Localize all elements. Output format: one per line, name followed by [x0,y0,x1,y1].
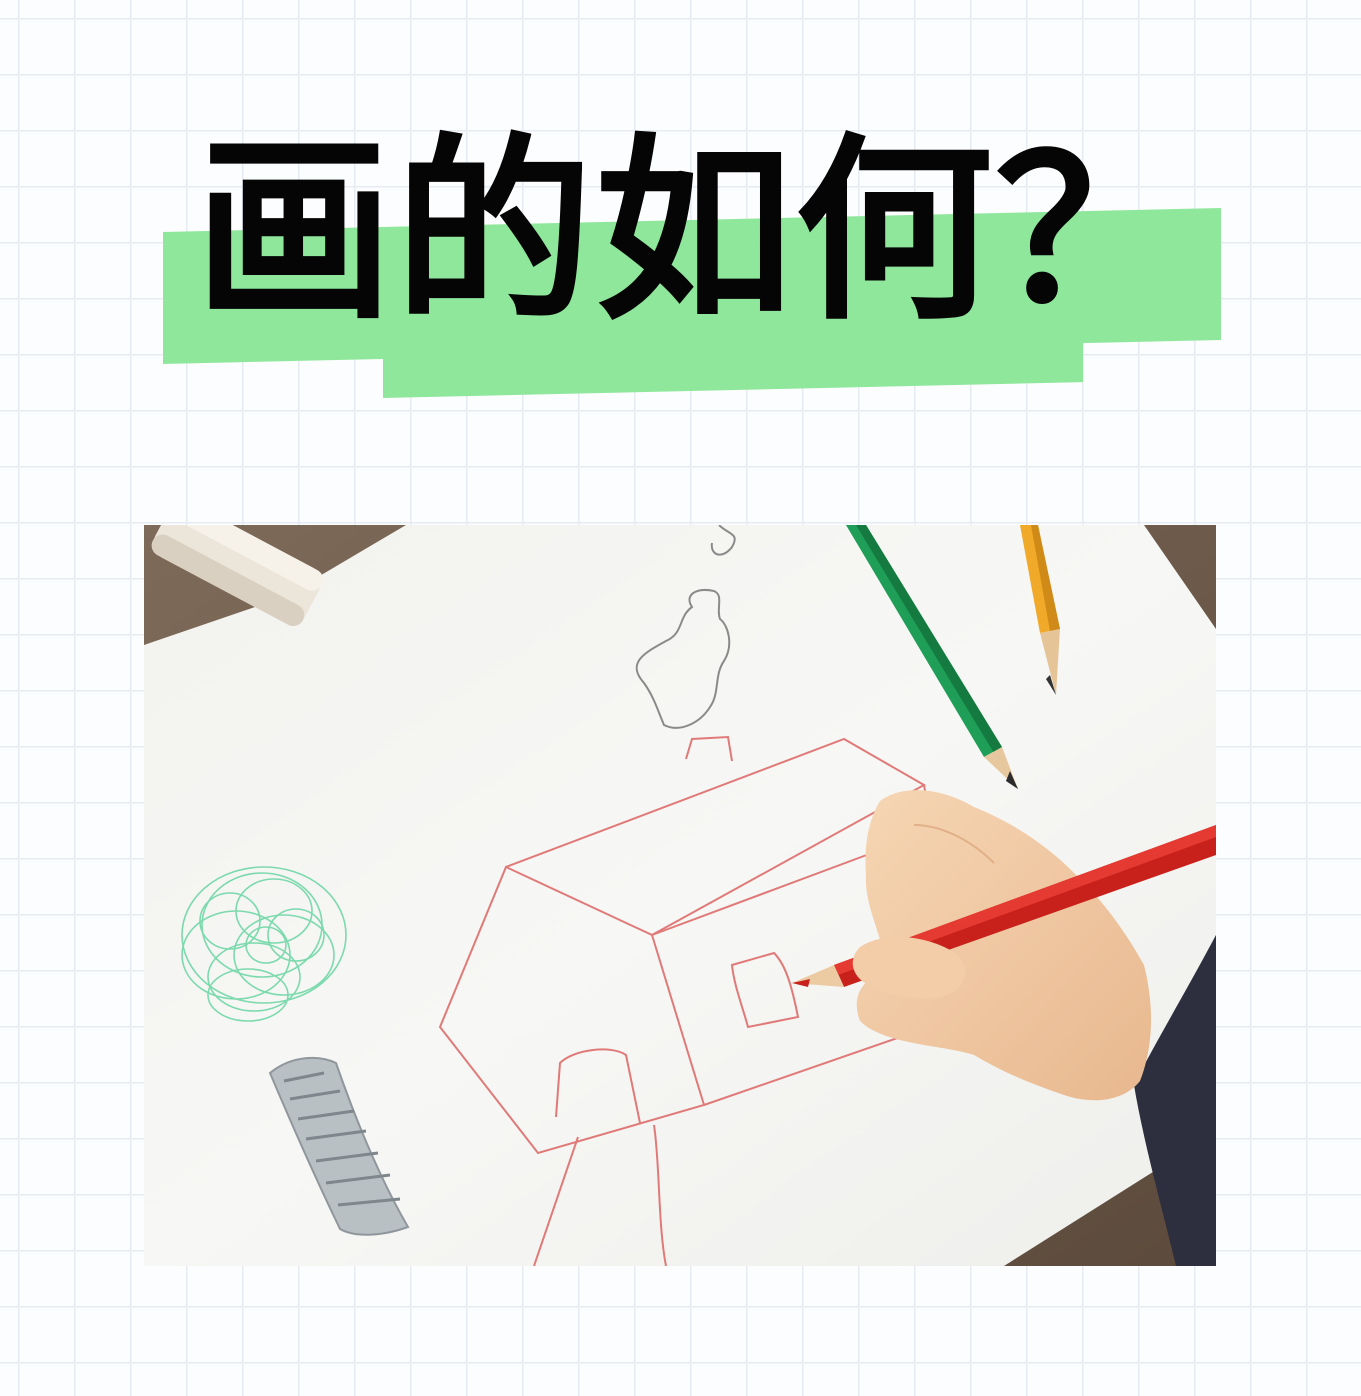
photo-child-drawing [144,525,1216,1266]
page-title: 画的如何？ [195,116,1195,347]
